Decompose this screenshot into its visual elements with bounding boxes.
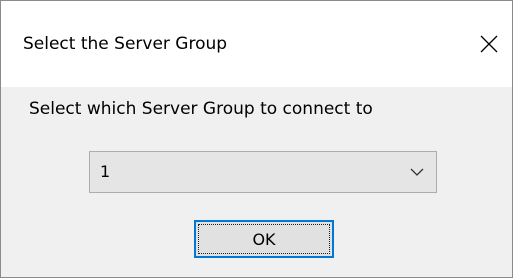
ok-button-label: OK bbox=[252, 230, 276, 249]
server-group-prompt: Select which Server Group to connect to bbox=[29, 99, 373, 119]
title-bar: Select the Server Group bbox=[1, 1, 512, 87]
server-group-selected-value: 1 bbox=[100, 162, 111, 181]
chevron-down-icon bbox=[410, 168, 424, 176]
dialog-title: Select the Server Group bbox=[23, 34, 228, 54]
ok-button[interactable]: OK bbox=[194, 220, 334, 258]
server-group-select[interactable]: 1 bbox=[89, 151, 437, 193]
server-group-dialog: Select the Server Group Select which Ser… bbox=[0, 0, 513, 278]
close-button[interactable] bbox=[466, 23, 512, 67]
close-icon bbox=[480, 35, 498, 53]
